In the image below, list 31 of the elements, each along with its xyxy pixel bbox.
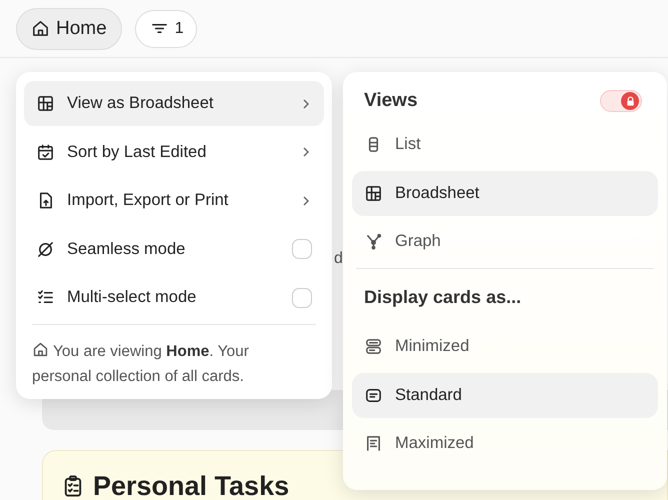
display-option[interactable]: Maximized [352,421,658,466]
menu-footer-text: You are viewing Home. Your personal collection of all cards. [31,340,250,387]
background-text: d [334,250,343,268]
section-title: Views [364,90,418,112]
section-title: Display cards as... [363,286,522,309]
menu-item[interactable]: View as Broadsheet [24,81,324,126]
checkbox[interactable] [292,288,312,308]
home-icon [32,341,49,358]
lock-icon [624,96,636,106]
home-icon [31,19,50,38]
empty-set-icon [36,240,55,258]
grid-icon [364,184,383,202]
home-button[interactable]: Home [16,8,122,50]
checkbox[interactable] [292,239,312,259]
grid-icon [36,94,55,113]
display-option[interactable]: Minimized [352,324,658,369]
document-icon [364,434,383,453]
menu-item-label: Seamless mode [67,240,186,258]
view-option[interactable]: Graph [352,219,658,264]
view-option[interactable]: List [352,122,658,167]
view-option[interactable]: Broadsheet [352,170,658,216]
lock-toggle[interactable] [600,90,642,112]
filter-button[interactable]: 1 [134,10,197,48]
card-title: Personal Tasks [93,471,290,500]
menu-item[interactable]: Sort by Last Edited [24,130,324,174]
graph-icon [364,232,383,251]
display-option[interactable]: Standard [352,372,658,418]
menu-item[interactable]: Import, Export or Print [24,178,324,223]
menu-item-label: Multi-select mode [67,288,198,307]
stacked-cards-icon [364,337,383,356]
calendar-check-icon [36,142,55,162]
